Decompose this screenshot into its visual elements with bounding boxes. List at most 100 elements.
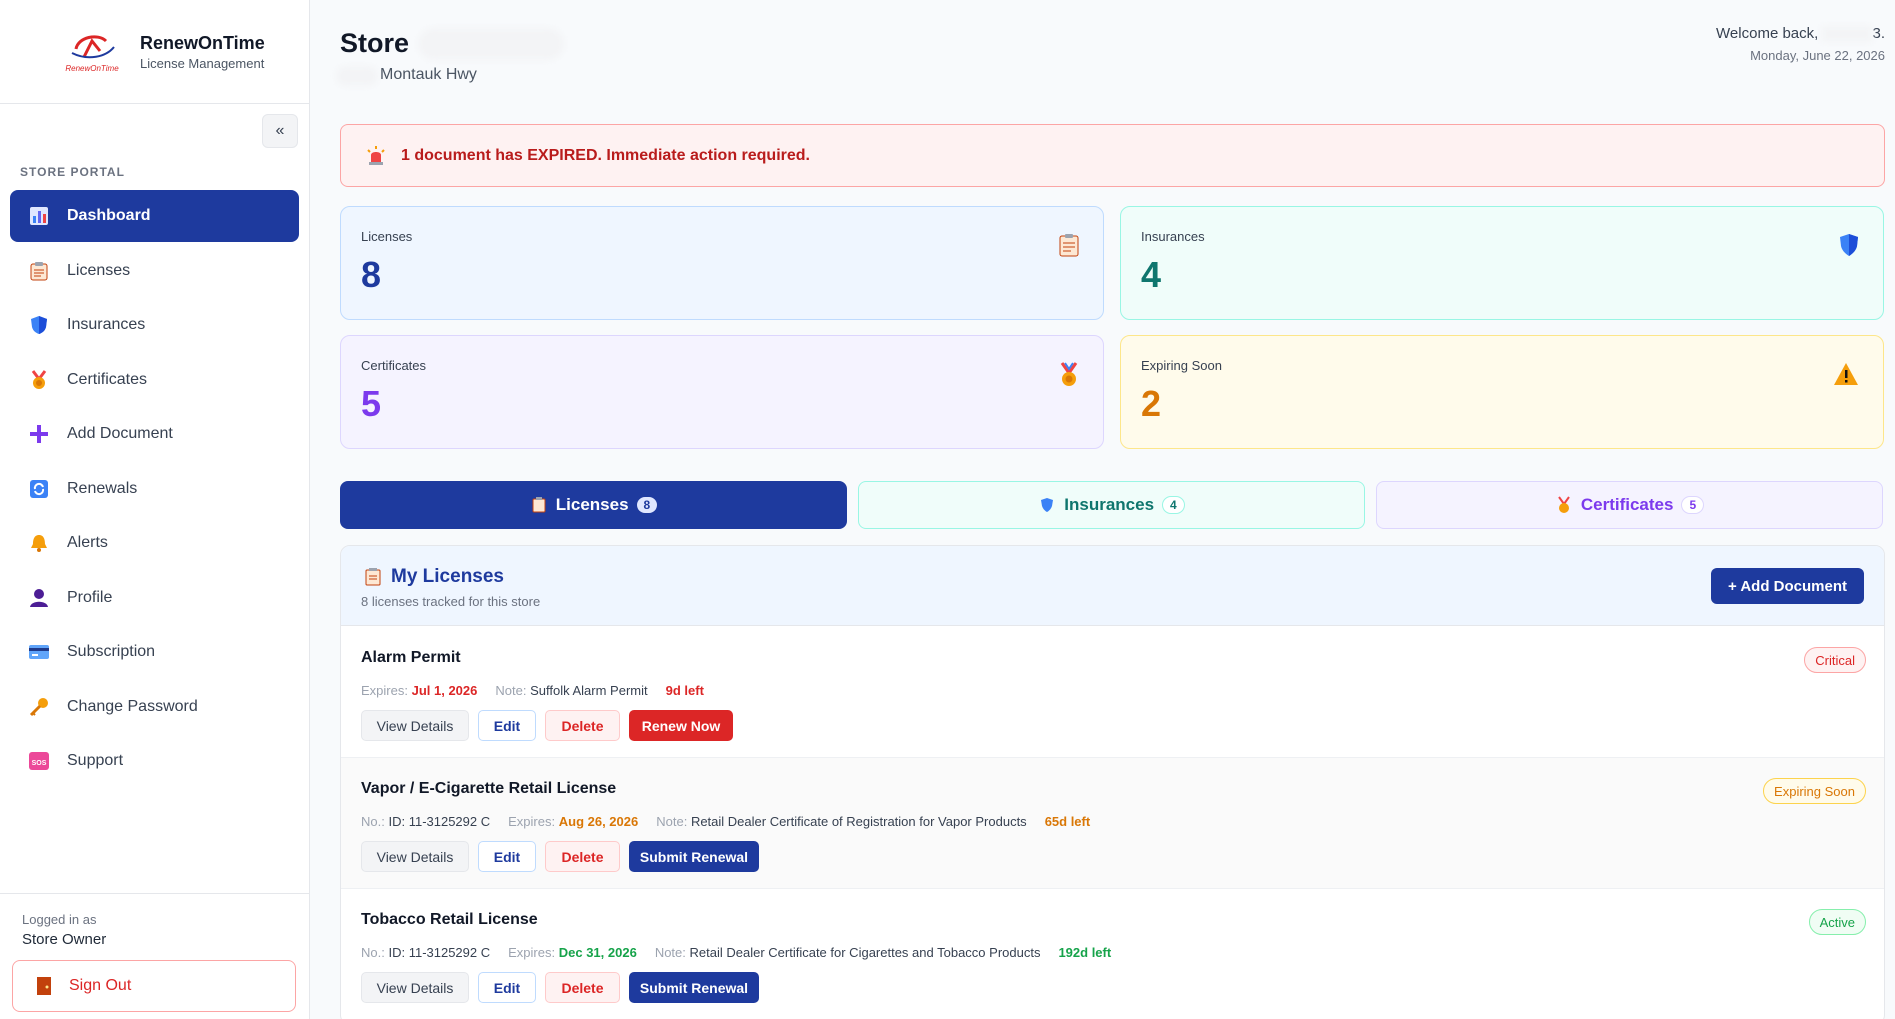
store-address: Montauk Hwy [380,66,477,83]
svg-text:SOS: SOS [32,760,47,767]
tab-licenses[interactable]: Licenses 8 [340,481,847,529]
document-name: Alarm Permit [361,649,461,666]
tab-insurances[interactable]: Insurances 4 [858,481,1365,529]
stat-value: 4 [1141,254,1162,295]
key-icon [28,696,50,718]
note-value: Suffolk Alarm Permit [530,683,648,698]
sidebar-item-alerts[interactable]: Alerts [10,517,299,569]
shield-icon [28,314,50,336]
tab-count-badge: 4 [1162,496,1185,514]
delete-button[interactable]: Delete [545,841,620,872]
sidebar-item-label: Alerts [67,534,108,551]
status-badge: Expiring Soon [1763,778,1866,804]
submit-renewal-button[interactable]: Submit Renewal [629,841,759,872]
panel-title: My Licenses [363,566,504,588]
stat-card-insurances[interactable]: Insurances 4 [1120,206,1884,320]
redacted-user-name [1822,26,1873,43]
logged-in-role: Store Owner [22,931,107,948]
licenses-panel: My Licenses 8 licenses tracked for this … [340,545,1885,1019]
add-document-button[interactable]: + Add Document [1710,568,1864,604]
sidebar-item-label: Certificates [67,370,148,388]
document-actions: View Details Edit Delete Submit Renewal [361,972,768,1003]
stat-value: 2 [1141,383,1162,424]
redacted-store-name [418,28,564,60]
collapse-sidebar-button[interactable]: « [262,114,298,148]
brand[interactable]: RenewOnTime RenewOnTime License Manageme… [0,0,309,104]
sidebar-item-licenses[interactable]: Licenses [10,245,299,297]
welcome-text: Welcome back, [1716,25,1819,42]
sidebar-item-subscription[interactable]: Subscription [10,626,299,678]
page-title: Store [340,28,410,58]
note-value: Retail Dealer Certificate of Registratio… [690,814,1027,829]
delete-button[interactable]: Delete [545,972,620,1003]
document-meta: Expires: Jul 1, 2026 Note: Suffolk Alarm… [361,683,722,698]
stat-label: Expiring Soon [1141,358,1222,373]
brand-subtitle: License Management [140,55,265,71]
sidebar-item-change-password[interactable]: Change Password [10,681,299,733]
stat-label: Licenses [361,229,413,244]
sidebar-item-label: Insurances [67,316,146,333]
sidebar-item-profile[interactable]: Profile [10,572,299,624]
tab-label: Insurances [1064,495,1155,514]
svg-text:RenewOnTime: RenewOnTime [65,64,119,73]
tab-label: Licenses [555,495,629,514]
stat-card-expiring-soon[interactable]: Expiring Soon 2 [1120,335,1884,449]
section-label: STORE PORTAL [20,165,125,179]
tab-count-badge: 5 [1681,496,1705,514]
sign-out-label: Sign Out [69,977,132,994]
document-row: Vapor / E-Cigarette Retail License No.: … [341,758,1884,889]
medal-icon [28,369,50,391]
refresh-icon [28,478,50,500]
credit-card-icon [28,641,50,663]
view-details-button[interactable]: View Details [361,841,469,872]
expires-value: Dec 31, 2026 [558,945,637,960]
user-icon [28,587,50,609]
number-value: ID: 11-3125292 C [388,945,491,960]
sidebar-item-label: Profile [67,588,113,606]
edit-button[interactable]: Edit [478,841,536,872]
expires-value: Aug 26, 2026 [558,814,639,829]
stat-card-certificates[interactable]: Certificates 5 [340,335,1104,449]
note-key: Note: [654,945,686,960]
edit-button[interactable]: Edit [478,972,536,1003]
view-details-button[interactable]: View Details [361,972,469,1003]
document-name: Tobacco Retail License [361,911,538,928]
sidebar-item-renewals[interactable]: Renewals [10,463,299,515]
sidebar-item-insurances[interactable]: Insurances [10,299,299,351]
warning-icon [1833,362,1859,392]
stat-label: Certificates [361,358,427,373]
stat-card-licenses[interactable]: Licenses 8 [340,206,1104,320]
sos-icon: SOS [28,750,50,772]
door-icon [33,975,55,997]
tab-count-badge: 8 [636,497,658,513]
current-date: Monday, June 22, 2026 [1750,48,1885,64]
submit-renewal-button[interactable]: Submit Renewal [629,972,759,1003]
document-row: Alarm Permit Expires: Jul 1, 2026 Note: … [341,627,1884,758]
shield-icon [1038,494,1056,516]
renew-now-button[interactable]: Renew Now [629,710,733,741]
expires-key: Expires: [508,945,556,960]
edit-button[interactable]: Edit [478,710,536,741]
expires-key: Expires: [361,683,408,698]
delete-button[interactable]: Delete [545,710,620,741]
sidebar-item-certificates[interactable]: Certificates [10,354,299,406]
tab-certificates[interactable]: Certificates 5 [1376,481,1883,529]
days-left: 65d left [1044,814,1091,829]
stat-value: 8 [361,254,382,295]
logged-in-label: Logged in as [22,912,97,927]
panel-subtitle: 8 licenses tracked for this store [361,594,541,609]
plus-icon [28,423,50,445]
sidebar-item-dashboard[interactable]: Dashboard [10,190,299,242]
sidebar-item-support[interactable]: SOS Support [10,735,299,787]
sidebar-item-add-document[interactable]: Add Document [10,408,299,460]
sidebar-item-label: Add Document [67,425,173,442]
welcome-suffix: 3. [1872,25,1885,42]
clipboard-icon [28,260,50,282]
view-details-button[interactable]: View Details [361,710,469,741]
sign-out-button[interactable]: Sign Out [12,960,296,1012]
medal-icon [1059,362,1079,394]
sidebar-item-label: Licenses [67,261,131,279]
redacted-street-number [336,66,378,86]
note-key: Note: [495,683,527,698]
welcome-block: Welcome back, 3. Monday, June 22, 2026 [1716,25,1885,63]
